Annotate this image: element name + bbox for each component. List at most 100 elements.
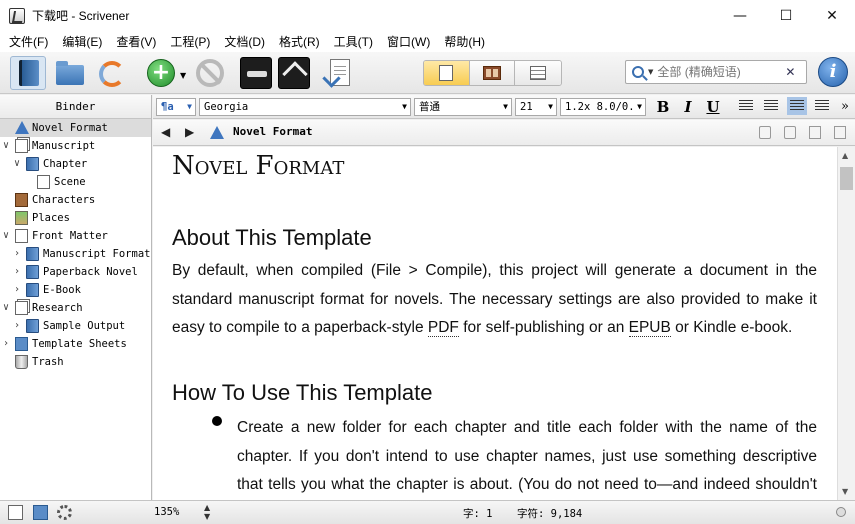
editor-scrollbar[interactable]: ▲ ▼ xyxy=(837,147,855,500)
binder-item-novel-format[interactable]: Novel Format xyxy=(0,119,151,137)
menu-file[interactable]: 文件(F) xyxy=(2,33,55,50)
menu-project[interactable]: 工程(P) xyxy=(163,33,217,50)
binder-item-manuscript[interactable]: ∨ Manuscript xyxy=(0,137,151,155)
scroll-thumb[interactable] xyxy=(840,167,853,190)
paragraph-about-part-3: or Kindle e-book. xyxy=(670,319,793,336)
add-document-footer-icon[interactable] xyxy=(8,505,23,520)
binder-item-characters[interactable]: Characters xyxy=(0,191,151,209)
binder-item-trash[interactable]: Trash xyxy=(0,353,151,371)
trash-document-button[interactable] xyxy=(194,57,226,89)
font-family-select[interactable]: Georgia ▼ xyxy=(199,98,411,116)
binder-toggle-button[interactable] xyxy=(10,56,46,90)
settings-gear-icon[interactable] xyxy=(57,505,72,520)
binder-item-paperback-novel[interactable]: › Paperback Novel xyxy=(0,263,151,281)
menu-view[interactable]: 查看(V) xyxy=(109,33,163,50)
folder-icon xyxy=(56,61,84,85)
binder-item-scene[interactable]: Scene xyxy=(0,173,151,191)
zoom-stepper[interactable]: ▲ ▼ xyxy=(204,503,210,521)
binder-book-icon xyxy=(19,60,39,86)
binder-item-template-sheets[interactable]: › Template Sheets xyxy=(0,335,151,353)
format-bar-overflow-button[interactable]: » xyxy=(836,98,854,116)
collapse-chevron-icon[interactable]: ∨ xyxy=(1,227,11,245)
search-scope-dropdown[interactable]: ▼ xyxy=(648,68,653,76)
forward-button[interactable]: ▶ xyxy=(185,125,194,139)
editor-header-bar: ◀ ▶ Novel Format xyxy=(153,120,855,146)
align-right-button[interactable] xyxy=(815,100,829,112)
zoom-up-arrow[interactable]: ▲ xyxy=(204,503,210,512)
composition-mode-button[interactable] xyxy=(278,57,310,89)
scroll-down-arrow[interactable]: ▼ xyxy=(842,487,848,496)
bold-button[interactable]: B xyxy=(652,98,674,116)
scroll-up-arrow[interactable]: ▲ xyxy=(842,151,848,160)
back-button[interactable]: ◀ xyxy=(161,125,170,139)
menu-format[interactable]: 格式(R) xyxy=(272,33,327,50)
menu-edit[interactable]: 编辑(E) xyxy=(55,33,109,50)
collapse-chevron-icon[interactable]: ∨ xyxy=(12,155,22,173)
add-document-button[interactable]: + xyxy=(145,57,177,89)
binder-item-sample-output[interactable]: › Sample Output xyxy=(0,317,151,335)
zoom-value[interactable]: 135% xyxy=(154,506,179,518)
maximize-button[interactable]: ☐ xyxy=(763,0,809,31)
pdf-term: PDF xyxy=(427,319,459,337)
view-outliner-button[interactable] xyxy=(515,61,561,85)
sync-icon xyxy=(99,61,125,87)
project-folder-button[interactable] xyxy=(54,57,86,89)
binder-item-label: Characters xyxy=(32,194,96,206)
inspector-info-button[interactable]: i xyxy=(818,57,848,87)
menu-help[interactable]: 帮助(H) xyxy=(437,33,492,50)
expand-chevron-icon[interactable]: › xyxy=(12,281,22,299)
down-navigation-icon[interactable] xyxy=(784,126,796,139)
editor-text-area[interactable]: Novel Format About This Template By defa… xyxy=(153,147,837,500)
align-justify-button[interactable] xyxy=(787,97,807,115)
editor-document-title[interactable]: Novel Format xyxy=(233,125,312,138)
menu-window[interactable]: 窗口(W) xyxy=(380,33,437,50)
italic-button[interactable]: I xyxy=(677,98,699,116)
compile-icon-line xyxy=(334,74,346,75)
text-style-select[interactable]: 普通 ▼ xyxy=(414,98,512,116)
add-dropdown-arrow[interactable]: ▼ xyxy=(180,71,186,80)
binder-item-front-matter[interactable]: ∨ Front Matter xyxy=(0,227,151,245)
view-scrivenings-button[interactable] xyxy=(424,61,470,85)
up-navigation-icon[interactable] xyxy=(759,126,771,139)
font-size-select[interactable]: 21 ▼ xyxy=(515,98,557,116)
search-input[interactable] xyxy=(657,65,784,79)
folder-icon xyxy=(26,157,39,171)
align-center-button[interactable] xyxy=(764,100,778,112)
minimize-button[interactable]: — xyxy=(717,0,763,31)
compile-button[interactable] xyxy=(322,57,354,89)
zoom-down-arrow[interactable]: ▼ xyxy=(204,512,210,521)
expand-chevron-icon[interactable]: › xyxy=(1,335,11,353)
folder-icon xyxy=(26,283,39,297)
search-clear-icon[interactable]: ✕ xyxy=(785,65,795,79)
search-icon[interactable] xyxy=(632,66,644,78)
split-vertical-icon[interactable] xyxy=(809,126,821,139)
line-spacing-select[interactable]: 1.2x 8.0/0. ▼ xyxy=(560,98,646,116)
binder-item-label: Trash xyxy=(32,356,64,368)
menu-tools[interactable]: 工具(T) xyxy=(327,33,380,50)
target-status-icon[interactable] xyxy=(836,507,846,517)
align-left-button[interactable] xyxy=(739,100,753,112)
expand-chevron-icon[interactable]: › xyxy=(12,263,22,281)
close-button[interactable]: ✕ xyxy=(809,0,855,31)
binder-item-research[interactable]: ∨ Research xyxy=(0,299,151,317)
paragraph-style-dropdown[interactable]: ¶a ▼ xyxy=(156,98,196,116)
main-toolbar: + ▼ ▼ ✕ xyxy=(0,52,855,94)
binder-item-manuscript-format[interactable]: › Manuscript Format xyxy=(0,245,151,263)
keywords-button[interactable] xyxy=(240,57,272,89)
split-horizontal-icon[interactable] xyxy=(834,126,846,139)
sync-button[interactable] xyxy=(96,57,128,89)
binder-item-chapter[interactable]: ∨ Chapter xyxy=(0,155,151,173)
research-icon xyxy=(15,301,28,315)
expand-chevron-icon[interactable]: › xyxy=(12,245,22,263)
collapse-chevron-icon[interactable]: ∨ xyxy=(1,137,11,155)
view-corkboard-button[interactable] xyxy=(469,61,516,85)
expand-chevron-icon[interactable]: › xyxy=(12,317,22,335)
epub-term: EPUB xyxy=(628,319,671,337)
underline-button[interactable]: U xyxy=(702,98,724,116)
menu-documents[interactable]: 文档(D) xyxy=(217,33,272,50)
collapse-chevron-icon[interactable]: ∨ xyxy=(1,299,11,317)
binder-item-label: Manuscript xyxy=(32,140,96,152)
add-folder-footer-icon[interactable] xyxy=(33,505,48,520)
binder-item-places[interactable]: Places xyxy=(0,209,151,227)
binder-item-e-book[interactable]: › E-Book xyxy=(0,281,151,299)
